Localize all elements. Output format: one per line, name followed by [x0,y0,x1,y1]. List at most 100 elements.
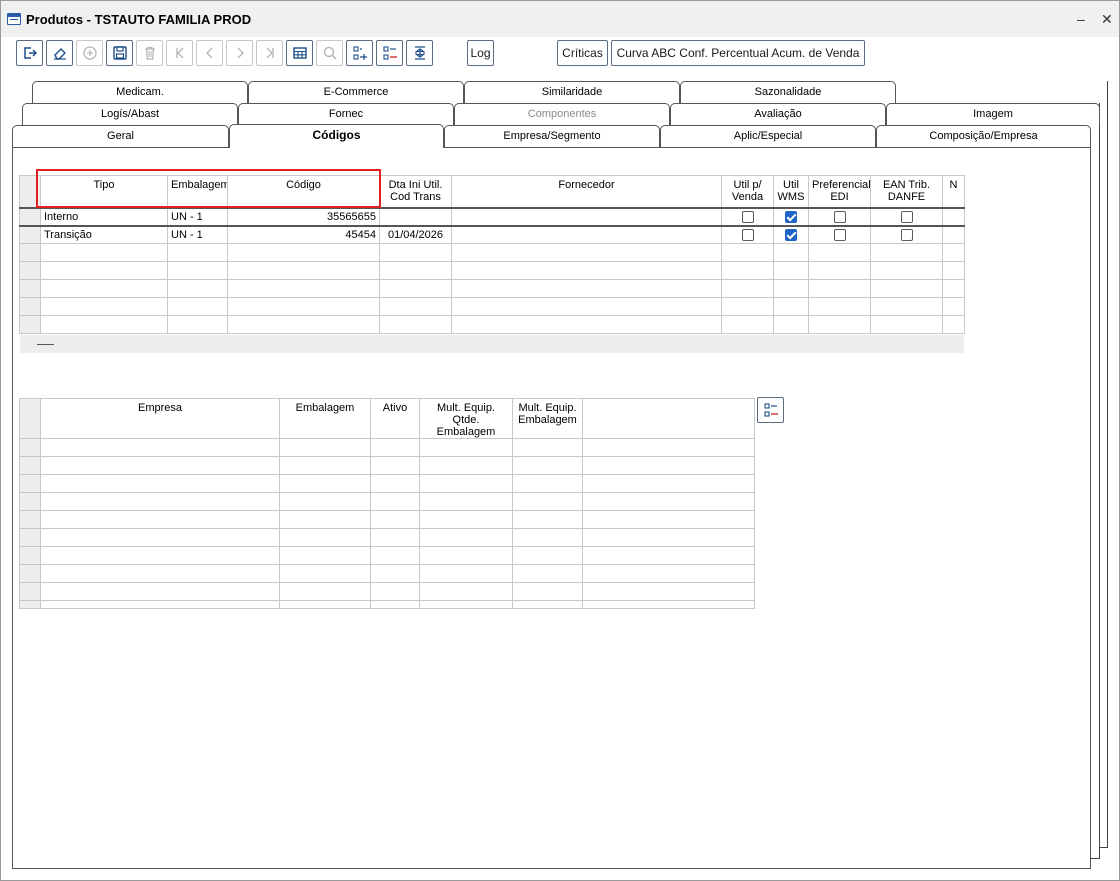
empresa-grid: Empresa Embalagem Ativo Mult. Equip. Qtd… [19,398,755,609]
cell-codigo[interactable]: 35565655 [227,207,380,226]
ean-danfe-checkbox[interactable] [900,210,913,223]
footer-dash [37,344,54,345]
table-row[interactable] [19,600,755,609]
table-row[interactable] [19,261,965,280]
insert-rows-icon [414,46,425,60]
tab-stack-edge [1100,847,1108,848]
last-record-button[interactable] [256,40,283,66]
table-row[interactable] [19,279,965,298]
delete-button[interactable] [136,40,163,66]
table-row[interactable]: Transição UN - 1 45454 01/04/2026 [19,225,965,244]
last-icon [266,47,274,59]
cell-embalagem[interactable]: UN - 1 [167,207,228,226]
insert-row-button[interactable] [406,40,433,66]
col-mult-equip-embalagem[interactable]: Mult. Equip. Embalagem [512,398,583,439]
cell-embalagem[interactable]: UN - 1 [167,225,228,244]
col-fornecedor[interactable]: Fornecedor [451,175,722,208]
tab-empresa-segmento[interactable]: Empresa/Segmento [444,125,660,147]
col-dta-ini[interactable]: Dta Ini Util. Cod Trans [379,175,452,208]
table-row[interactable] [19,510,755,529]
col-preferencial-edi[interactable]: Preferencial EDI [808,175,871,208]
cell-fornecedor[interactable] [451,207,722,226]
list-remove-icon [382,46,397,60]
tab-avaliacao[interactable]: Avaliação [670,103,886,125]
table-row[interactable] [19,438,755,457]
remove-row-button[interactable] [376,40,403,66]
col-empresa[interactable]: Empresa [40,398,280,439]
trash-icon [144,46,155,60]
cell-fornecedor[interactable] [451,225,722,244]
col-util-wms[interactable]: Util WMS [773,175,809,208]
util-wms-checkbox[interactable] [785,210,797,223]
cell-dta-ini[interactable]: 01/04/2026 [379,225,452,244]
cell-tipo[interactable]: Transição [40,225,168,244]
table-icon [292,47,307,59]
table-row[interactable] [19,243,965,262]
tab-imagem[interactable]: Imagem [886,103,1100,125]
col-util-venda[interactable]: Util p/ Venda [721,175,774,208]
tab-geral[interactable]: Geral [12,125,229,147]
util-venda-checkbox[interactable] [741,210,754,223]
util-venda-checkbox[interactable] [741,228,754,241]
table-view-button[interactable] [286,40,313,66]
curva-abc-button[interactable]: Curva ABC Conf. Percentual Acum. de Vend… [611,40,865,66]
minimize-icon[interactable]: – [1077,11,1085,27]
first-record-button[interactable] [166,40,193,66]
prev-record-button[interactable] [196,40,223,66]
tab-composicao-empresa[interactable]: Composição/Empresa [876,125,1091,147]
app-icon [7,13,21,25]
save-button[interactable] [106,40,133,66]
window-title: Produtos - TSTAUTO FAMILIA PROD [26,12,252,27]
add-button[interactable] [76,40,103,66]
log-button[interactable]: Log [467,40,494,66]
tab-medicam[interactable]: Medicam. [32,81,248,103]
tab-aplic-especial[interactable]: Aplic/Especial [660,125,876,147]
list-remove-icon [763,403,778,417]
grid-footer [20,335,964,353]
tab-similaridade[interactable]: Similaridade [464,81,680,103]
cell-tipo[interactable]: Interno [40,207,168,226]
add-row-button[interactable] [346,40,373,66]
tab-componentes[interactable]: Componentes [454,103,670,125]
table-row[interactable]: Interno UN - 1 35565655 [19,207,965,226]
list-add-icon [352,46,367,60]
close-icon[interactable]: ✕ [1101,11,1113,27]
col-embalagem[interactable]: Embalagem [279,398,371,439]
table-row[interactable] [19,564,755,583]
table-row[interactable] [19,528,755,547]
col-ativo[interactable]: Ativo [370,398,420,439]
exit-button[interactable] [16,40,43,66]
highlight-box [36,169,381,208]
window: Produtos - TSTAUTO FAMILIA PROD – ✕ Log … [0,0,1120,881]
save-icon [112,46,127,60]
table-row[interactable] [19,546,755,565]
row-header-corner [19,398,41,439]
table-row[interactable] [19,474,755,493]
table-row[interactable] [19,456,755,475]
util-wms-checkbox[interactable] [785,228,797,241]
row-header[interactable] [19,207,41,226]
empresa-remove-row-button[interactable] [757,397,784,423]
next-record-button[interactable] [226,40,253,66]
tab-e-commerce[interactable]: E-Commerce [248,81,464,103]
search-button[interactable] [316,40,343,66]
tab-sazonalidade[interactable]: Sazonalidade [680,81,896,103]
table-row[interactable] [19,582,755,601]
criticas-button[interactable]: Críticas [557,40,608,66]
cell-dta-ini[interactable] [379,207,452,226]
tab-fornec[interactable]: Fornec [238,103,454,125]
ean-danfe-checkbox[interactable] [900,228,913,241]
preferencial-edi-checkbox[interactable] [833,210,846,223]
tab-codigos[interactable]: Códigos [229,124,444,148]
col-ean-danfe[interactable]: EAN Trib. DANFE [870,175,943,208]
col-next[interactable]: N [942,175,965,208]
table-row[interactable] [19,315,965,334]
clear-button[interactable] [46,40,73,66]
cell-codigo[interactable]: 45454 [227,225,380,244]
col-mult-equip-qtde[interactable]: Mult. Equip. Qtde. Embalagem [419,398,513,439]
preferencial-edi-checkbox[interactable] [833,228,846,241]
table-row[interactable] [19,492,755,511]
table-row[interactable] [19,297,965,316]
row-header[interactable] [19,225,41,244]
tab-logis-abast[interactable]: Logís/Abast [22,103,238,125]
